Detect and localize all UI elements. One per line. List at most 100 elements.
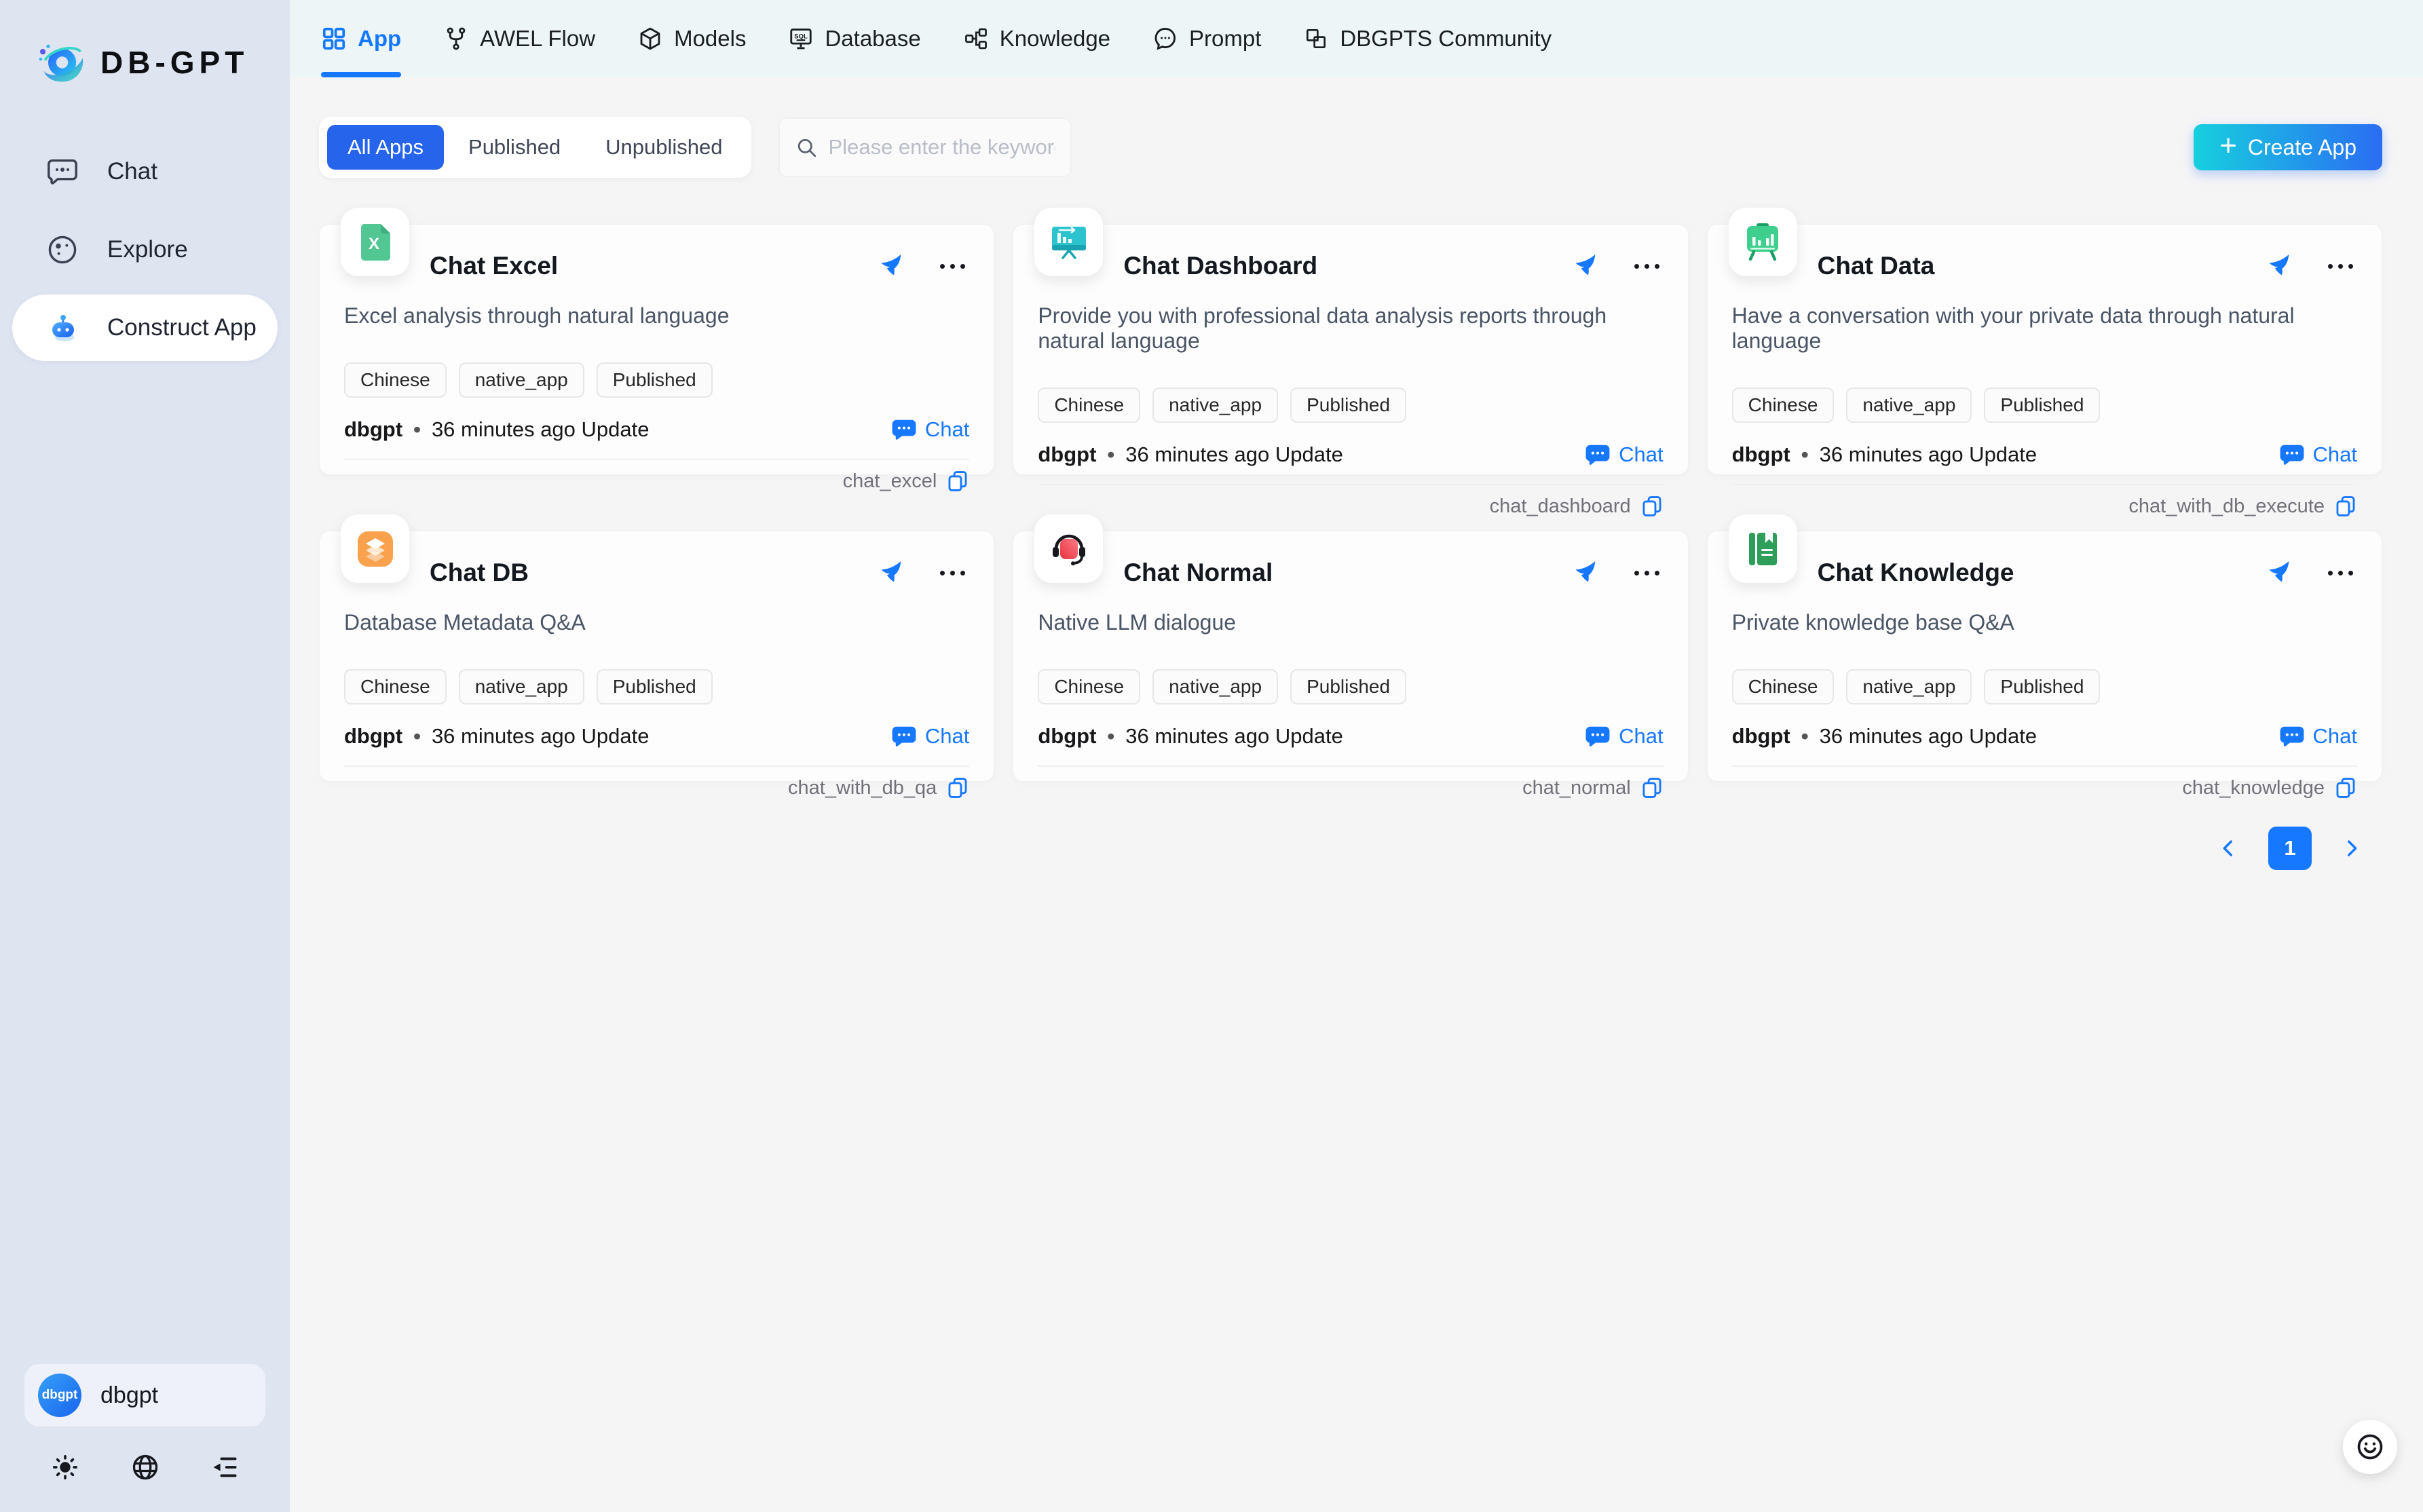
chat-button[interactable]: Chat (891, 417, 969, 442)
content-area: All Apps Published Unpublished + Create … (290, 77, 2423, 1512)
app-card-description: Native LLM dialogue (1013, 610, 1687, 635)
toolbar: All Apps Published Unpublished + Create … (319, 117, 2382, 178)
copy-icon[interactable] (2334, 495, 2357, 518)
feedback-fab-button[interactable] (2343, 1420, 2397, 1474)
tag: Chinese (1732, 669, 1835, 704)
tag-list: Chinese native_app Published (1013, 388, 1687, 423)
filter-published[interactable]: Published (448, 125, 581, 170)
language-globe-icon[interactable] (130, 1452, 160, 1482)
tag: Published (597, 669, 713, 704)
app-card-title: Chat Dashboard (1123, 252, 1570, 280)
app-card-title: Chat Normal (1123, 559, 1570, 587)
dingtalk-wing-icon[interactable] (2264, 559, 2291, 586)
tag: Chinese (1038, 388, 1140, 423)
tab-knowledge[interactable]: Knowledge (963, 0, 1110, 77)
chat-bubble-blue-icon (891, 417, 917, 442)
tab-label: Prompt (1189, 26, 1261, 52)
sidebar-item-chat[interactable]: Chat (12, 138, 278, 205)
filter-unpublished[interactable]: Unpublished (585, 125, 743, 170)
owner-name: dbgpt (344, 417, 402, 442)
chat-button[interactable]: Chat (2279, 442, 2357, 468)
tab-models[interactable]: Models (637, 0, 746, 77)
excel-file-icon: X (354, 221, 397, 264)
chat-button[interactable]: Chat (1585, 723, 1663, 749)
user-chip[interactable]: dbgpt dbgpt (24, 1364, 265, 1426)
dingtalk-wing-icon[interactable] (1571, 252, 1598, 280)
grid-icon (321, 26, 347, 52)
plus-icon: + (2219, 131, 2237, 161)
app-card-chat-normal[interactable]: Chat Normal Native LLM dialogue Chinese … (1013, 531, 1688, 782)
tab-awel-flow[interactable]: AWEL Flow (443, 0, 595, 77)
dingtalk-wing-icon[interactable] (2264, 252, 2291, 280)
tag: Chinese (1038, 669, 1140, 704)
create-app-button[interactable]: + Create App (2194, 124, 2382, 170)
app-icon-tile (1034, 514, 1103, 583)
more-menu-button[interactable] (1630, 260, 1664, 273)
updated-text: 36 minutes ago Update (1820, 724, 2037, 749)
sidebar-item-construct-app[interactable]: Construct App (12, 295, 278, 361)
page-number-1[interactable]: 1 (2268, 827, 2312, 870)
app-card-chat-db[interactable]: Chat DB Database Metadata Q&A Chinese na… (319, 531, 994, 782)
svg-text:SQL: SQL (795, 33, 808, 40)
chat-button[interactable]: Chat (1585, 442, 1663, 468)
tag: native_app (459, 669, 584, 704)
dot-separator: • (1801, 442, 1809, 467)
prev-page-button[interactable] (2217, 837, 2240, 860)
robot-icon (46, 311, 79, 344)
app-logo: DB-GPT (0, 0, 290, 88)
next-page-button[interactable] (2340, 837, 2363, 860)
tag: Chinese (344, 669, 447, 704)
app-card-chat-dashboard[interactable]: Chat Dashboard Provide you with professi… (1013, 224, 1688, 475)
app-card-chat-knowledge[interactable]: Chat Knowledge Private knowledge base Q&… (1707, 531, 2382, 782)
more-menu-button[interactable] (936, 260, 969, 273)
tab-label: App (358, 26, 401, 52)
dot-separator: • (1107, 442, 1114, 467)
tab-dbgpts-community[interactable]: DBGPTS Community (1303, 0, 1552, 77)
dingtalk-wing-icon[interactable] (876, 559, 903, 586)
chevron-left-icon (2217, 837, 2240, 860)
app-card-description: Private knowledge base Q&A (1708, 610, 2382, 635)
copy-icon[interactable] (1640, 495, 1664, 518)
copy-icon[interactable] (946, 470, 969, 493)
sidebar-item-explore[interactable]: Explore (12, 216, 278, 283)
sidebar-item-label: Construct App (107, 314, 257, 341)
collapse-sidebar-icon[interactable] (210, 1452, 240, 1482)
app-code: chat_with_db_execute (2128, 495, 2325, 518)
data-easel-icon (1741, 221, 1784, 264)
tag: native_app (1846, 388, 1972, 423)
more-menu-button[interactable] (1630, 567, 1664, 580)
tag-list: Chinese native_app Published (320, 362, 994, 398)
tag: native_app (1152, 669, 1278, 704)
chat-bubble-blue-icon (1585, 442, 1611, 468)
dbgpt-planet-logo-icon (35, 37, 87, 88)
copy-icon[interactable] (946, 776, 969, 799)
more-menu-button[interactable] (936, 567, 969, 580)
chat-button-label: Chat (2313, 724, 2357, 749)
tab-label: AWEL Flow (480, 26, 595, 52)
owner-name: dbgpt (344, 724, 402, 749)
app-card-chat-excel[interactable]: X Chat Excel Excel analysis through natu… (319, 224, 994, 475)
search-icon (795, 136, 818, 159)
owner-name: dbgpt (1732, 724, 1790, 749)
tag-list: Chinese native_app Published (320, 669, 994, 704)
dingtalk-wing-icon[interactable] (876, 252, 903, 280)
tab-prompt[interactable]: Prompt (1152, 0, 1261, 77)
tab-app[interactable]: App (321, 0, 401, 77)
theme-sun-icon[interactable] (50, 1452, 80, 1482)
app-icon-tile: X (341, 208, 409, 276)
copy-icon[interactable] (1640, 776, 1664, 799)
more-menu-button[interactable] (2324, 260, 2357, 273)
user-name: dbgpt (100, 1382, 158, 1409)
copy-icon[interactable] (2334, 776, 2357, 799)
tab-label: Database (825, 26, 920, 52)
search-input[interactable] (829, 135, 1055, 159)
flow-branch-icon (443, 26, 469, 52)
dingtalk-wing-icon[interactable] (1571, 559, 1598, 586)
filter-all-apps[interactable]: All Apps (327, 125, 444, 170)
app-card-chat-data[interactable]: Chat Data Have a conversation with your … (1707, 224, 2382, 475)
tab-database[interactable]: SQL Database (788, 0, 920, 77)
chat-button[interactable]: Chat (2279, 723, 2357, 749)
more-menu-button[interactable] (2324, 567, 2357, 580)
chat-button[interactable]: Chat (891, 723, 969, 749)
sidebar-item-label: Chat (107, 158, 157, 185)
